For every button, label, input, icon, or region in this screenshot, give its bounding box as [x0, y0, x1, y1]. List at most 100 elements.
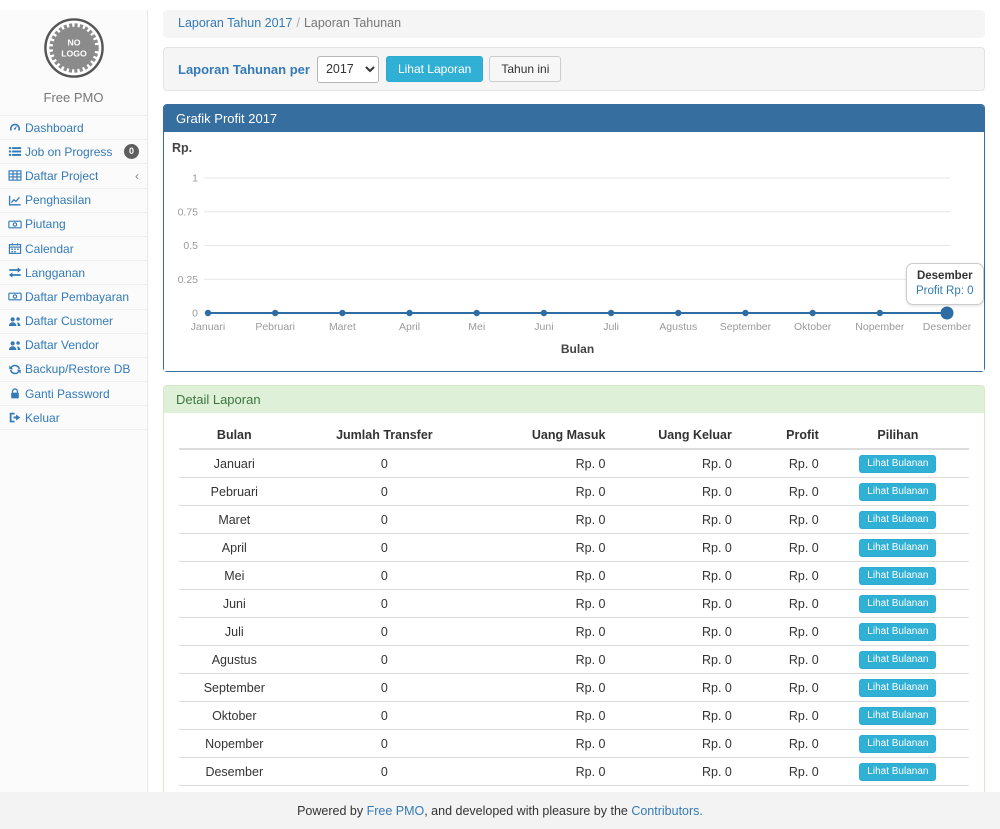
sidebar-item-daftar-vendor[interactable]: Daftar Vendor [0, 334, 147, 358]
cell-uang_masuk: Rp. 0 [479, 478, 613, 506]
cell-bulan: September [179, 674, 290, 702]
svg-text:Pebruari: Pebruari [255, 321, 295, 333]
footer-link-contributors[interactable]: Contributors. [631, 804, 703, 818]
sidebar-item-dashboard[interactable]: Dashboard [0, 116, 147, 140]
logo-line2: LOGO [61, 49, 87, 59]
sidebar-item-langganan[interactable]: Langganan [0, 261, 147, 285]
cell-uang_masuk: Rp. 0 [479, 674, 613, 702]
table-row: September0Rp. 0Rp. 0Rp. 0Lihat Bulanan [179, 674, 969, 702]
view-monthly-button[interactable]: Lihat Bulanan [859, 595, 936, 613]
sidebar-item-keluar[interactable]: Keluar [0, 406, 147, 430]
cell-action: Lihat Bulanan [827, 534, 969, 562]
sidebar: NO LOGO Free PMO DashboardJob on Progres… [0, 10, 148, 829]
view-monthly-button[interactable]: Lihat Bulanan [859, 623, 936, 641]
footer-link-freepmo[interactable]: Free PMO [367, 804, 425, 818]
sidebar-item-penghasilan[interactable]: Penghasilan [0, 189, 147, 213]
cell-action: Lihat Bulanan [827, 590, 969, 618]
cell-uang_keluar: Rp. 0 [613, 590, 739, 618]
calendar-icon [8, 242, 25, 255]
cell-profit: Rp. 0 [740, 702, 827, 730]
cell-bulan: Maret [179, 506, 290, 534]
cell-uang_keluar: Rp. 0 [613, 562, 739, 590]
cell-bulan: Pebruari [179, 478, 290, 506]
cell-profit: Rp. 0 [740, 449, 827, 478]
sidebar-item-job-on-progress[interactable]: Job on Progress0 [0, 140, 147, 164]
svg-text:Oktober: Oktober [794, 321, 832, 333]
cell-bulan: Juni [179, 590, 290, 618]
cell-action: Lihat Bulanan [827, 702, 969, 730]
sidebar-item-label: Langganan [25, 266, 85, 280]
report-table: BulanJumlah TransferUang MasukUang Kelua… [179, 423, 969, 810]
cell-jumlah_transfer: 0 [290, 758, 480, 786]
view-report-button[interactable]: Lihat Laporan [386, 56, 483, 82]
table-row: Oktober0Rp. 0Rp. 0Rp. 0Lihat Bulanan [179, 702, 969, 730]
cell-jumlah_transfer: 0 [290, 590, 480, 618]
view-monthly-button[interactable]: Lihat Bulanan [859, 763, 936, 781]
table-row: Maret0Rp. 0Rp. 0Rp. 0Lihat Bulanan [179, 506, 969, 534]
view-monthly-button[interactable]: Lihat Bulanan [859, 735, 936, 753]
sidebar-item-daftar-pembayaran[interactable]: Daftar Pembayaran [0, 285, 147, 309]
cell-uang_masuk: Rp. 0 [479, 730, 613, 758]
view-monthly-button[interactable]: Lihat Bulanan [859, 511, 936, 529]
view-monthly-button[interactable]: Lihat Bulanan [859, 707, 936, 725]
cell-uang_keluar: Rp. 0 [613, 534, 739, 562]
cell-uang_keluar: Rp. 0 [613, 618, 739, 646]
view-monthly-button[interactable]: Lihat Bulanan [859, 483, 936, 501]
sidebar-item-ganti-password[interactable]: Ganti Password [0, 382, 147, 406]
filter-label: Laporan Tahunan per [178, 62, 310, 77]
view-monthly-button[interactable]: Lihat Bulanan [859, 455, 936, 473]
profit-chart-panel: Grafik Profit 2017 10.750.50.250Rp.Bulan… [163, 104, 985, 372]
sidebar-item-daftar-project[interactable]: Daftar Project ‹ [0, 164, 147, 188]
chart-tooltip: Desember Profit Rp: 0 [906, 263, 984, 305]
users-icon [8, 315, 25, 328]
year-select[interactable]: 2017 [317, 56, 379, 83]
sidebar-item-calendar[interactable]: Calendar [0, 237, 147, 261]
money-icon [8, 218, 25, 231]
cell-uang_masuk: Rp. 0 [479, 506, 613, 534]
table-row: Januari0Rp. 0Rp. 0Rp. 0Lihat Bulanan [179, 449, 969, 478]
sidebar-item-label: Keluar [25, 411, 60, 425]
column-header-uang-keluar: Uang Keluar [613, 423, 739, 449]
view-monthly-button[interactable]: Lihat Bulanan [859, 539, 936, 557]
svg-text:Agustus: Agustus [659, 321, 697, 333]
breadcrumb-separator: / [292, 16, 303, 30]
cell-action: Lihat Bulanan [827, 758, 969, 786]
sidebar-item-daftar-customer[interactable]: Daftar Customer [0, 310, 147, 334]
view-monthly-button[interactable]: Lihat Bulanan [859, 651, 936, 669]
cell-jumlah_transfer: 0 [290, 478, 480, 506]
svg-text:September: September [720, 321, 772, 333]
sidebar-item-label: Daftar Project [25, 169, 98, 183]
svg-text:Juli: Juli [603, 321, 619, 333]
sidebar-item-backup-restore-db[interactable]: Backup/Restore DB [0, 358, 147, 382]
lock-icon [8, 387, 25, 400]
cell-bulan: Desember [179, 758, 290, 786]
cell-action: Lihat Bulanan [827, 674, 969, 702]
cell-bulan: Nopember [179, 730, 290, 758]
breadcrumb-link[interactable]: Laporan Tahun 2017 [178, 16, 292, 30]
sidebar-item-piutang[interactable]: Piutang [0, 213, 147, 237]
cell-uang_keluar: Rp. 0 [613, 478, 739, 506]
svg-text:Bulan: Bulan [561, 342, 594, 356]
this-year-button[interactable]: Tahun ini [489, 56, 561, 82]
cell-profit: Rp. 0 [740, 478, 827, 506]
chevron-left-icon: ‹ [135, 170, 139, 182]
table-row: Desember0Rp. 0Rp. 0Rp. 0Lihat Bulanan [179, 758, 969, 786]
view-monthly-button[interactable]: Lihat Bulanan [859, 679, 936, 697]
money-icon [8, 290, 25, 303]
logo: NO LOGO Free PMO [0, 10, 147, 105]
view-monthly-button[interactable]: Lihat Bulanan [859, 567, 936, 585]
line-chart-icon [8, 194, 25, 207]
footer-text: Powered by Free PMO, and developed with … [297, 804, 703, 818]
sidebar-item-label: Backup/Restore DB [25, 362, 130, 376]
table-header-row: BulanJumlah TransferUang MasukUang Kelua… [179, 423, 969, 449]
cell-uang_keluar: Rp. 0 [613, 674, 739, 702]
svg-text:0.5: 0.5 [183, 240, 198, 252]
svg-text:1: 1 [192, 173, 198, 185]
cell-uang_masuk: Rp. 0 [479, 590, 613, 618]
cell-bulan: Oktober [179, 702, 290, 730]
dashboard-icon [8, 121, 25, 134]
column-header-jumlah-transfer: Jumlah Transfer [290, 423, 480, 449]
cell-profit: Rp. 0 [740, 674, 827, 702]
cell-action: Lihat Bulanan [827, 646, 969, 674]
table-row: Juni0Rp. 0Rp. 0Rp. 0Lihat Bulanan [179, 590, 969, 618]
